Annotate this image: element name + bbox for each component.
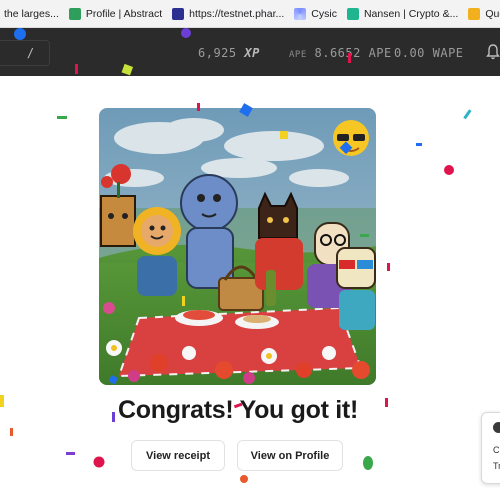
bookmark-pharos-testnet[interactable]: https://testnet.phar... <box>168 0 290 27</box>
cysic-icon <box>294 7 307 20</box>
bookmark-label: https://testnet.phar... <box>189 7 285 20</box>
toast-line-1: C <box>493 445 500 455</box>
notification-icon <box>493 422 500 433</box>
xp-unit: XP <box>244 46 260 60</box>
quests-icon <box>468 7 481 20</box>
xp-value: 6,925 <box>198 46 237 60</box>
congrats-heading: Congrats! You got it! <box>118 396 358 424</box>
bookmark-largest[interactable]: the larges... <box>0 0 65 27</box>
abstract-icon <box>68 7 81 20</box>
bookmark-label: Cysic <box>311 7 337 20</box>
cat-character <box>255 191 303 290</box>
confetti-piece <box>93 456 105 468</box>
bookmark-cysic[interactable]: Cysic <box>290 0 343 27</box>
confetti-piece <box>363 456 373 470</box>
nft-artwork <box>99 108 376 385</box>
bookmark-quests[interactable]: Quests <box>464 0 500 27</box>
search-shortcut-button[interactable]: / <box>0 40 50 66</box>
toast-line-2: Tr <box>493 461 500 471</box>
xp-balance: 6,925 XP <box>198 46 260 60</box>
app-top-bar: / 6,925 XP APE 8.6652 APE 0.00 WAPE <box>0 28 500 76</box>
flowerpot-character <box>100 164 136 247</box>
bookmark-abstract-profile[interactable]: Profile | Abstract <box>65 0 168 27</box>
bookmark-label: the larges... <box>4 7 59 20</box>
bookmark-label: Quests <box>485 7 500 20</box>
wape-value: 0.00 WAPE <box>394 46 464 60</box>
bell-icon[interactable] <box>486 44 500 60</box>
pharos-icon <box>172 7 185 20</box>
view-on-profile-button[interactable]: View on Profile <box>237 440 343 471</box>
ape-balance[interactable]: APE 8.6652 APE <box>289 46 392 60</box>
ape-value: 8.6652 APE <box>314 46 392 60</box>
bookmark-label: Profile | Abstract <box>85 7 163 20</box>
confetti-piece <box>57 116 67 119</box>
confetti-piece <box>387 263 390 271</box>
confetti-piece <box>416 143 422 146</box>
slash-label: / <box>26 46 35 60</box>
blue-ball-character <box>180 174 238 289</box>
bookmark-label: Nansen | Crypto &... <box>363 7 459 20</box>
confetti-piece <box>240 475 248 483</box>
bookmarks-bar: the larges... Profile | Abstract https:/… <box>0 0 500 28</box>
sun-with-sunglasses <box>333 120 369 156</box>
toast-notification[interactable]: C Tr <box>481 412 500 484</box>
confetti-piece <box>66 452 75 455</box>
wape-balance[interactable]: 0.00 WAPE <box>394 46 464 60</box>
confetti-piece <box>463 109 472 120</box>
bookmark-nansen[interactable]: Nansen | Crypto &... <box>343 0 464 27</box>
confetti-piece <box>10 428 13 436</box>
confetti-piece <box>444 165 454 175</box>
ape-prefix: APE <box>289 50 307 60</box>
view-receipt-button[interactable]: View receipt <box>131 440 225 471</box>
nansen-icon <box>346 7 359 20</box>
